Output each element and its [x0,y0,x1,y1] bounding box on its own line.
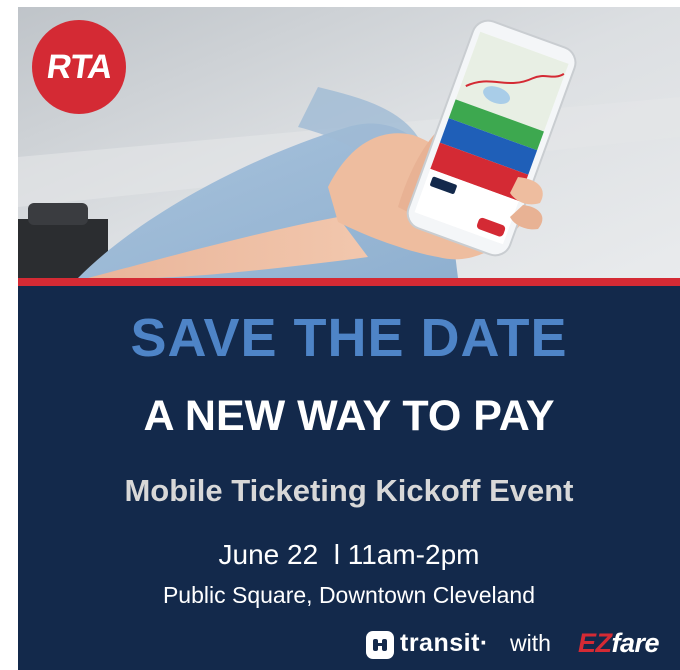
event-flyer: RTA SAVE THE DATE A NEW WAY TO PAY Mobil… [18,7,680,670]
transit-glyph-icon [373,639,387,651]
divider-stripe [18,278,680,286]
save-the-date-heading: SAVE THE DATE [130,308,568,368]
event-location: Public Square, Downtown Cleveland [162,582,536,608]
ezfare-suffix: fare [611,628,660,658]
event-name: Mobile Ticketing Kickoff Event [124,473,574,508]
rta-logo-text: RTA [44,47,114,86]
event-date-time: June 22 l 11am-2pm [218,539,480,570]
ezfare-prefix: EZ [578,628,612,658]
ezfare-logo: EZfare [578,628,660,659]
new-way-to-pay-heading: A NEW WAY TO PAY [143,392,555,440]
rta-logo: RTA [32,20,126,114]
partner-footer: transit· with EZfare [18,627,680,661]
with-label: with [510,630,551,656]
transit-brand-label: transit· [400,629,489,657]
transit-app-icon [366,631,394,659]
hero-photo: RTA [18,7,680,278]
